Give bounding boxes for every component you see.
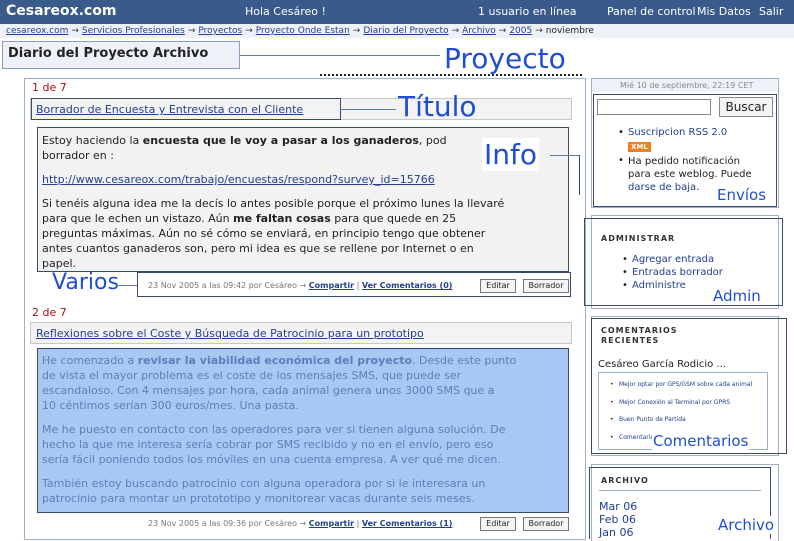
- post-body: He comenzado a revisar la viabilidad eco…: [42, 353, 562, 506]
- search-button[interactable]: Buscar: [719, 97, 773, 117]
- post-line: papel.: [42, 257, 77, 270]
- breadcrumb-item-projects[interactable]: Proyectos: [198, 26, 242, 36]
- annotation-line-titulo: [340, 109, 396, 110]
- comments-link[interactable]: Ver Comentarios (0): [362, 281, 453, 290]
- top-navigation-bar: Cesareox.com Hola Cesáreo ! 1 usuario en…: [0, 0, 794, 24]
- edit-button[interactable]: Editar: [480, 279, 516, 293]
- post-counter: 2 de 7: [32, 306, 67, 319]
- breadcrumb-item-services[interactable]: Servicios Profesionales: [82, 26, 185, 36]
- post-title-link[interactable]: Borrador de Encuesta y Entrevista con el…: [36, 103, 303, 116]
- annotation-line-info: [550, 155, 580, 156]
- bullet-icon: •: [622, 280, 628, 291]
- post-meta: 23 Nov 2005 a las 09:36 por Cesáreo → Co…: [148, 519, 453, 528]
- archive-divider: [599, 490, 761, 491]
- share-link[interactable]: Compartir: [309, 519, 354, 528]
- post-meta: 23 Nov 2005 a las 09:42 por Cesáreo → Co…: [148, 281, 453, 290]
- post-line: de vista el mayor problema es el coste d…: [42, 369, 462, 382]
- search-input[interactable]: [597, 99, 711, 115]
- comment-link[interactable]: Buen Punto de Partida: [619, 416, 686, 423]
- online-users-text: 1 usuario en línea: [478, 5, 577, 18]
- admin-link-add-entry[interactable]: Agregar entrada: [632, 254, 714, 265]
- nav-my-data[interactable]: Mis Datos: [697, 5, 751, 18]
- post-line: hecho la que me interesa sería cobrar po…: [42, 438, 494, 451]
- post-line: Si tenéis alguna idea me la decís lo ant…: [42, 197, 505, 210]
- breadcrumb-item-diary[interactable]: Diario del Proyecto: [363, 26, 448, 36]
- rss-link[interactable]: Suscripcion RSS 2.0: [628, 127, 727, 138]
- post-line: He comenzado a revisar la viabilidad eco…: [42, 354, 517, 367]
- annotation-line-proyecto: [240, 55, 440, 56]
- post-line: antes cuantos ganaderos son, pero mi ide…: [42, 242, 474, 255]
- post-line: preguntas máximas. Aún no sé cómo se env…: [42, 227, 486, 240]
- post-line: patrocinio para montar un protototipo y …: [42, 492, 475, 505]
- breadcrumb-item-onde-estan[interactable]: Proyecto Onde Estan: [256, 26, 350, 36]
- survey-link[interactable]: http://www.cesareox.com/trabajo/encuesta…: [42, 172, 562, 187]
- xml-badge[interactable]: XML: [628, 142, 651, 152]
- comments-author: Cesáreo García Rodicio ...: [598, 359, 727, 370]
- bullet-icon: •: [622, 254, 628, 265]
- delete-button[interactable]: Borrador: [523, 517, 569, 531]
- admin-link-drafts[interactable]: Entradas borrador: [632, 267, 723, 278]
- comments-heading: COMENTARIOS RECIENTES: [601, 326, 678, 345]
- post-line: para que le echen un vistazo. Aún me fal…: [42, 212, 457, 225]
- breadcrumb-item-year[interactable]: 2005: [509, 26, 532, 36]
- sidebar-date: Mié 10 de septiembre, 22:19 CET: [620, 81, 754, 90]
- bullet-icon: •: [610, 434, 614, 441]
- delete-button[interactable]: Borrador: [523, 279, 569, 293]
- admin-link-administer[interactable]: Administre: [632, 280, 686, 291]
- annotation-bracket-info: [579, 155, 580, 195]
- edit-button[interactable]: Editar: [480, 517, 516, 531]
- annotation-admin: Admin: [712, 287, 762, 305]
- post-line: También estoy buscando patrocinio con al…: [42, 477, 486, 490]
- breadcrumb-item-month: noviembre: [545, 26, 594, 36]
- bullet-icon: •: [610, 381, 614, 388]
- bullet-icon: •: [610, 399, 614, 406]
- share-link[interactable]: Compartir: [309, 281, 354, 290]
- breadcrumb-item-archive[interactable]: Archivo: [462, 26, 496, 36]
- annotation-underline-proyecto: [320, 74, 582, 76]
- bullet-icon: •: [618, 127, 624, 138]
- post-title-link[interactable]: Reflexiones sobre el Coste y Búsqueda de…: [36, 327, 424, 340]
- archive-link[interactable]: Jan 06: [599, 526, 633, 539]
- nav-control-panel[interactable]: Panel de control: [607, 5, 696, 18]
- bullet-icon: •: [622, 267, 628, 278]
- comment-link[interactable]: Mejor optar por GPS/GSM sobre cada anima…: [619, 381, 752, 388]
- annotation-titulo: Título: [398, 90, 477, 123]
- admin-heading: ADMINISTRAR: [601, 234, 676, 243]
- site-name[interactable]: Cesareox.com: [6, 3, 116, 19]
- nav-logout[interactable]: Salir: [759, 5, 783, 18]
- greeting-text: Hola Cesáreo !: [245, 5, 326, 18]
- post-line: 10 céntimos serían 300 euros/mes. Una pa…: [42, 399, 299, 412]
- unsubscribe-link[interactable]: darse de baja: [628, 182, 696, 193]
- breadcrumb: cesareox.com → Servicios Profesionales → Pro…: [0, 24, 794, 38]
- archive-link[interactable]: Mar 06: [599, 500, 637, 513]
- annotation-varios: Varios: [52, 270, 119, 295]
- annotation-proyecto: Proyecto: [444, 42, 566, 75]
- post-line: Me he puesto en contacto con las operado…: [42, 423, 506, 436]
- bullet-icon: •: [618, 155, 624, 166]
- annotation-info: Info: [482, 138, 539, 171]
- annotation-archivo: Archivo: [717, 516, 776, 534]
- comments-link[interactable]: Ver Comentarios (1): [362, 519, 453, 528]
- post-line: sería fácil poniendo todos los móviles e…: [42, 453, 501, 466]
- page-title: Diario del Proyecto Archivo: [8, 46, 209, 61]
- archive-link[interactable]: Feb 06: [599, 513, 636, 526]
- bullet-icon: •: [610, 416, 614, 423]
- annotation-line-varios: [116, 285, 137, 286]
- annotation-envios: Envíos: [716, 186, 768, 204]
- breadcrumb-item-home[interactable]: cesareox.com: [6, 26, 68, 36]
- comment-link[interactable]: Mejor Conexión al Terminal por GPRS: [619, 399, 730, 406]
- post-counter: 1 de 7: [32, 81, 67, 94]
- annotation-comentarios: Comentarios: [652, 432, 750, 450]
- post-line: escandaloso. Con 4 mensajes por hora, ca…: [42, 384, 495, 397]
- archive-heading: ARCHIVO: [601, 476, 649, 485]
